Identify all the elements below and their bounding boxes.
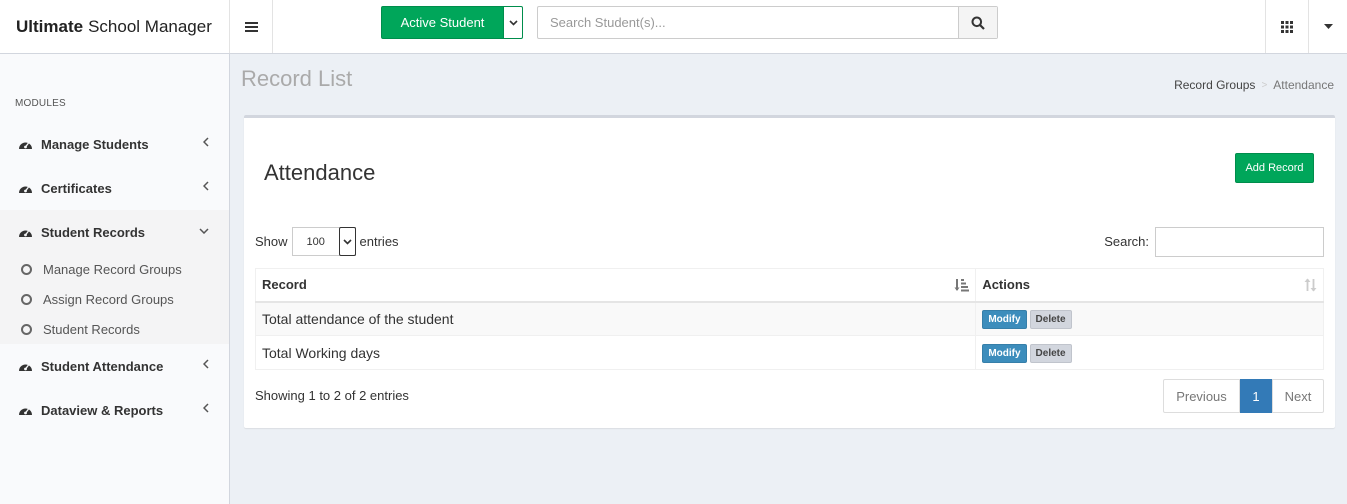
chevron-down-icon <box>199 228 209 234</box>
dashboard-icon <box>19 230 32 237</box>
brand-name: School Manager <box>88 16 212 36</box>
apps-grid-button[interactable] <box>1265 0 1309 53</box>
chevron-left-icon <box>203 359 209 369</box>
dashboard-icon <box>19 408 32 415</box>
table-header-row: Record Actions <box>254 268 1324 303</box>
search-icon <box>971 16 985 30</box>
sidebar-item-label: Dataview & Reports <box>41 402 164 418</box>
sidebar-toggle-button[interactable] <box>231 0 273 53</box>
sidebar-item-label: Student Records <box>41 224 146 240</box>
pagination-previous[interactable]: Previous <box>1163 379 1240 413</box>
page-title: Record List <box>241 66 353 91</box>
dashboard-icon <box>19 186 32 193</box>
entries-select-value: 100 <box>306 235 325 248</box>
record-list-box: Attendance Add Record Show 100 entries S… <box>244 115 1335 428</box>
breadcrumb-separator: > <box>1261 79 1268 91</box>
records-table: Record Actions Total attendance of the s… <box>254 268 1324 370</box>
sidebar-item-dataview-reports[interactable]: Dataview & Reports <box>0 388 229 432</box>
actions-cell: Modify Delete <box>975 301 1324 336</box>
user-menu-toggle[interactable] <box>1310 0 1347 53</box>
submenu-item-manage-record-groups[interactable]: Manage Record Groups <box>0 254 229 284</box>
circle-icon <box>21 293 32 305</box>
table-search-label: Search: <box>1104 234 1149 249</box>
table-row: Total attendance of the student Modify De… <box>254 301 1324 336</box>
sidebar-item-label: Student Attendance <box>41 358 164 374</box>
sidebar-item-student-attendance[interactable]: Student Attendance <box>0 344 229 388</box>
box-title: Attendance <box>264 160 376 185</box>
table-info: Showing 1 to 2 of 2 entries <box>255 388 409 403</box>
top-header: Ultimate School Manager Active Student <box>0 0 1347 54</box>
chevron-left-icon <box>203 403 209 413</box>
student-search <box>537 6 998 39</box>
chevron-left-icon <box>203 181 209 191</box>
sidebar-section-label: MODULES <box>15 98 66 109</box>
chevron-down-icon <box>508 19 518 26</box>
modify-button[interactable]: Modify <box>982 343 1027 363</box>
pagination-page-1[interactable]: 1 <box>1240 379 1272 413</box>
record-cell: Total attendance of the student <box>254 301 977 336</box>
column-header-label: Actions <box>982 277 1030 293</box>
sort-ascending-icon <box>954 279 970 292</box>
submenu-item-label: Student Records <box>43 321 140 337</box>
show-label: Show <box>255 234 288 249</box>
entries-select[interactable]: 100 <box>291 227 356 256</box>
breadcrumb: Record Groups > Attendance <box>1174 78 1334 92</box>
active-student-button[interactable]: Active Student <box>381 6 504 39</box>
column-header-record[interactable]: Record <box>254 268 977 303</box>
dashboard-icon <box>19 142 32 149</box>
sidebar-item-label: Certificates <box>41 180 112 196</box>
circle-icon <box>21 323 32 335</box>
grid-icon <box>1281 20 1293 33</box>
caret-down-icon <box>1324 24 1333 29</box>
actions-cell: Modify Delete <box>975 335 1324 370</box>
app-logo[interactable]: Ultimate School Manager <box>0 0 230 53</box>
entries-length-control: Show 100 entries <box>255 227 399 256</box>
sidebar: MODULES Manage Students Certificates Stu… <box>0 54 230 504</box>
pagination-next[interactable]: Next <box>1272 379 1324 413</box>
sidebar-item-student-records[interactable]: Student Records <box>0 210 229 254</box>
submenu-item-label: Assign Record Groups <box>43 291 174 307</box>
student-records-submenu: Manage Record Groups Assign Record Group… <box>0 254 229 344</box>
table-search-input[interactable] <box>1155 227 1324 257</box>
column-header-actions[interactable]: Actions <box>975 268 1324 303</box>
sidebar-item-label: Manage Students <box>41 136 149 152</box>
modify-button[interactable]: Modify <box>982 309 1027 329</box>
submenu-item-student-records[interactable]: Student Records <box>0 314 229 344</box>
table-row: Total Working days Modify Delete <box>254 335 1324 370</box>
add-record-button[interactable]: Add Record <box>1235 153 1314 183</box>
sort-both-icon <box>1304 278 1317 292</box>
student-search-input[interactable] <box>538 7 959 38</box>
breadcrumb-current: Attendance <box>1273 78 1334 92</box>
student-search-button[interactable] <box>958 7 997 38</box>
sidebar-item-manage-students[interactable]: Manage Students <box>0 122 229 166</box>
submenu-item-label: Manage Record Groups <box>43 261 182 277</box>
dashboard-icon <box>19 364 32 371</box>
select-caret <box>338 227 356 256</box>
submenu-item-assign-record-groups[interactable]: Assign Record Groups <box>0 284 229 314</box>
pagination: Previous 1 Next <box>1163 379 1324 413</box>
sidebar-item-certificates[interactable]: Certificates <box>0 166 229 210</box>
record-cell: Total Working days <box>254 335 977 370</box>
circle-icon <box>21 263 32 275</box>
delete-button[interactable]: Delete <box>1029 343 1072 363</box>
chevron-down-icon <box>342 238 352 245</box>
delete-button[interactable]: Delete <box>1029 309 1072 329</box>
active-student-dropdown-toggle[interactable] <box>504 6 523 39</box>
entries-label: entries <box>359 234 399 249</box>
chevron-left-icon <box>203 137 209 147</box>
hamburger-icon <box>245 21 258 32</box>
brand-bold: Ultimate <box>16 16 84 36</box>
breadcrumb-link-record-groups[interactable]: Record Groups <box>1174 78 1255 92</box>
column-header-label: Record <box>262 277 307 293</box>
